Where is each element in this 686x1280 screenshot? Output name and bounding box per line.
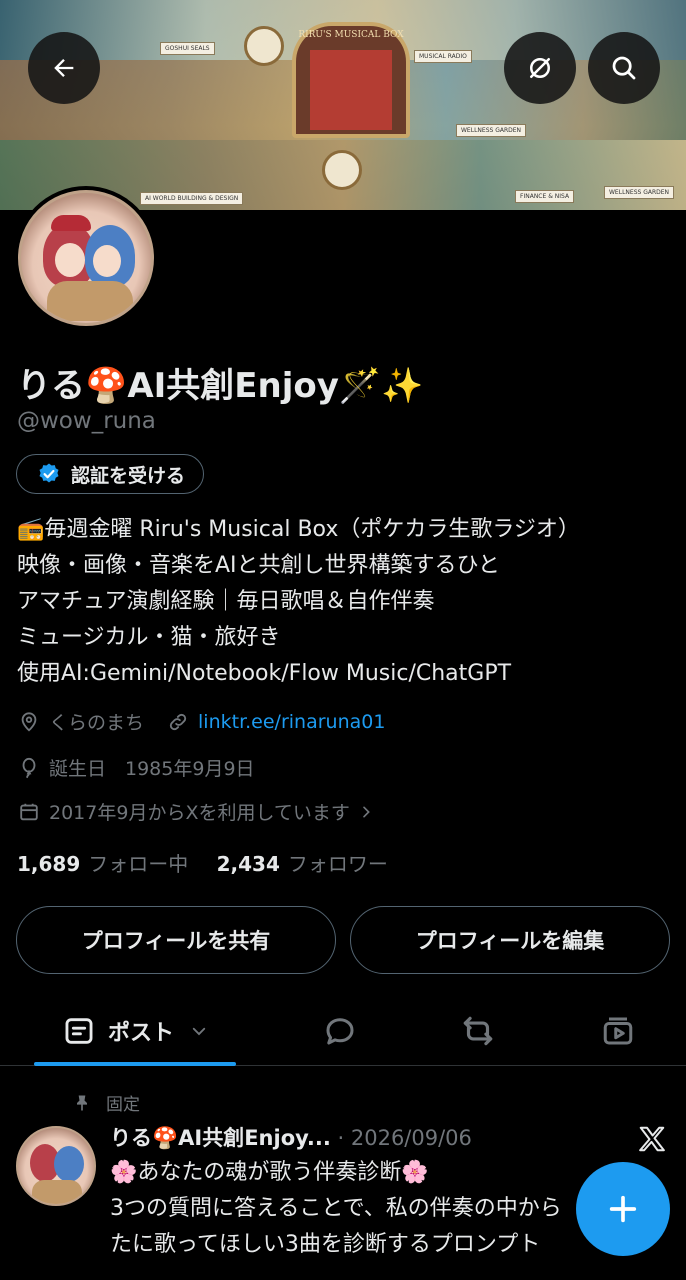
- profile-bio: 📻毎週金曜 Riru's Musical Box（ポケカラ生歌ラジオ） 映像・画…: [17, 512, 677, 692]
- following-count: 1,689: [17, 852, 81, 876]
- profile-website-link[interactable]: linktr.ee/rinaruna01: [198, 711, 385, 733]
- following-link[interactable]: 1,689 フォロー中: [17, 852, 188, 876]
- profile-meta-joined[interactable]: 2017年9月からXを利用しています: [17, 798, 386, 825]
- post-avatar-coat: [32, 1180, 82, 1204]
- banner-stage-title: RIRU'S MUSICAL BOX: [298, 30, 404, 40]
- banner-label: WELLNESS GARDEN: [604, 186, 675, 199]
- post-header: りる🍄AI共創Enjoy... · 2026/09/06: [110, 1122, 472, 1152]
- x-logo-icon: [639, 1126, 665, 1152]
- tab-active-indicator: [34, 1062, 236, 1066]
- profile-birthday: 誕生日 1985年9月9日: [49, 758, 255, 780]
- profile-avatar[interactable]: [14, 186, 158, 330]
- bio-line: 映像・画像・音楽をAIと共創し世界構築するひと: [17, 553, 500, 578]
- tab-posts-label: ポスト: [107, 1021, 174, 1046]
- banner-clock-2: [322, 150, 362, 190]
- profile-meta-location-website: くらのまち linktr.ee/rinaruna01: [17, 708, 385, 735]
- bio-line: ミュージカル・猫・旅好き: [17, 625, 281, 650]
- back-button[interactable]: [28, 32, 100, 104]
- post-avatar-hair-blue: [54, 1146, 84, 1182]
- followers-label: フォロワー: [287, 852, 388, 876]
- banner-label: MUSICAL RADIO: [414, 50, 472, 63]
- profile-joined: 2017年9月からXを利用しています: [49, 802, 350, 824]
- banner-label: FINANCE & NISA: [515, 190, 575, 203]
- followers-count: 2,434: [216, 852, 280, 876]
- avatar-face-1: [55, 243, 85, 277]
- profile-tabs: ポスト: [0, 996, 686, 1066]
- chevron-down-icon: [192, 1027, 206, 1036]
- avatar-coat: [47, 281, 133, 321]
- banner-stage: RIRU'S MUSICAL BOX: [292, 22, 410, 138]
- get-verified-button[interactable]: 認証を受ける: [16, 454, 205, 494]
- calendar-icon: [17, 800, 41, 824]
- pinned-label: 固定: [106, 1095, 140, 1115]
- banner-label: AI WORLD BUILDING & DESIGN: [140, 192, 244, 205]
- share-profile-button[interactable]: プロフィールを共有: [16, 906, 336, 974]
- tab-media[interactable]: [580, 996, 656, 1066]
- post-author-name[interactable]: りる🍄AI共創Enjoy...: [110, 1126, 331, 1150]
- profile-handle: @wow_runa: [17, 408, 156, 434]
- bio-line: 📻毎週金曜 Riru's Musical Box（ポケカラ生歌ラジオ）: [17, 517, 580, 542]
- following-label: フォロー中: [88, 852, 189, 876]
- profile-banner[interactable]: RIRU'S MUSICAL BOX GOSHUI SEALS MUSICAL …: [0, 0, 686, 210]
- plus-icon: [609, 1195, 637, 1223]
- follow-stats: 1,689 フォロー中 2,434 フォロワー: [17, 848, 388, 877]
- bio-line: アマチュア演劇経験｜毎日歌唱＆自作伴奏: [17, 589, 435, 614]
- tab-replies[interactable]: [302, 996, 378, 1066]
- posts-icon: [65, 1018, 93, 1044]
- pinned-indicator: 固定: [72, 1090, 140, 1115]
- search-button[interactable]: [588, 32, 660, 104]
- eye-slash-icon: [530, 58, 550, 78]
- tab-posts[interactable]: ポスト: [34, 996, 236, 1066]
- avatar-hat: [51, 215, 91, 231]
- link-icon: [166, 710, 190, 734]
- avatar-image: [18, 190, 154, 326]
- avatar-face-2: [93, 245, 121, 277]
- compose-post-button[interactable]: [576, 1162, 670, 1256]
- repost-icon: [463, 1016, 493, 1046]
- reply-icon: [326, 1018, 354, 1045]
- profile-location: くらのまち: [49, 712, 145, 734]
- get-verified-label: 認証を受ける: [71, 464, 186, 487]
- banner-label: GOSHUI SEALS: [160, 42, 215, 55]
- followers-link[interactable]: 2,434 フォロワー: [217, 852, 388, 876]
- post-author-avatar[interactable]: [16, 1126, 96, 1206]
- profile-name: りる🍄AI共創Enjoy🪄✨: [17, 366, 424, 406]
- location-pin-icon: [17, 710, 41, 734]
- bio-line: 使用AI:Gemini/Notebook/Flow Music/ChatGPT: [17, 661, 512, 686]
- post-date: · 2026/09/06: [337, 1126, 472, 1150]
- chevron-right-icon: [354, 800, 378, 824]
- tab-reposts[interactable]: [440, 996, 516, 1066]
- banner-label: WELLNESS GARDEN: [456, 124, 527, 137]
- edit-profile-button[interactable]: プロフィールを編集: [350, 906, 670, 974]
- profile-meta-birthday: 誕生日 1985年9月9日: [17, 754, 255, 781]
- hide-button[interactable]: [504, 32, 576, 104]
- video-icon: [603, 1017, 633, 1045]
- balloon-icon: [17, 756, 41, 780]
- banner-clock-1: [244, 26, 284, 66]
- banner-stage-curtain: [310, 50, 392, 130]
- pin-icon: [77, 1095, 87, 1110]
- back-arrow-icon: [54, 59, 74, 77]
- verified-badge-icon: [39, 463, 59, 483]
- search-icon: [612, 56, 636, 80]
